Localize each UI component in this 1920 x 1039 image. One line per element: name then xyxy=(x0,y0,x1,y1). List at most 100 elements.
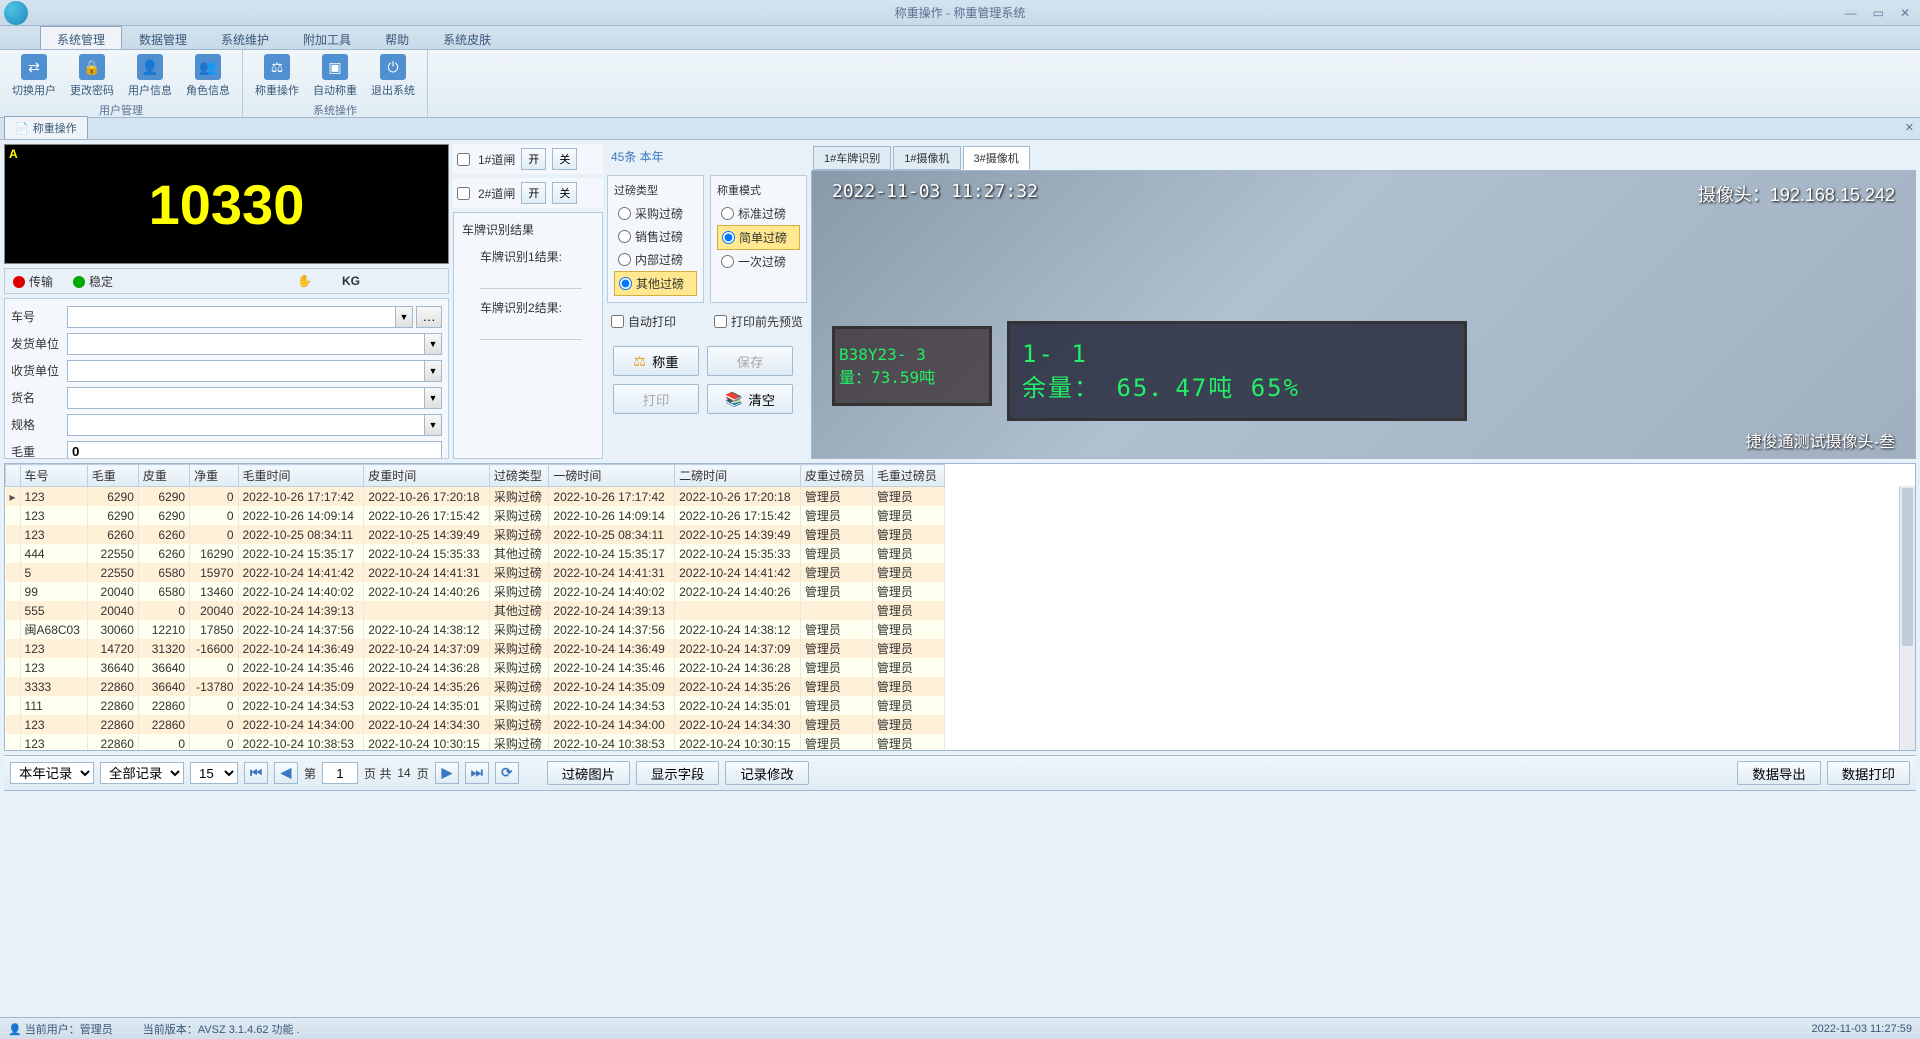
menu-help[interactable]: 帮助 xyxy=(368,26,426,49)
print-button[interactable]: 打印 xyxy=(613,384,699,414)
table-row[interactable]: 123366403664002022-10-24 14:35:462022-10… xyxy=(6,658,945,677)
col-header[interactable]: 皮重 xyxy=(138,465,189,487)
refresh-button[interactable]: ⟳ xyxy=(495,762,519,784)
preview-check[interactable] xyxy=(714,315,727,328)
camera-tab-0[interactable]: 1#车牌识别 xyxy=(813,146,891,170)
weight-unit: KG xyxy=(342,274,360,288)
spec-input[interactable] xyxy=(67,414,425,436)
col-header[interactable]: 一磅时间 xyxy=(549,465,675,487)
col-header[interactable]: 毛重过磅员 xyxy=(872,465,944,487)
ribbon-auto-weigh[interactable]: ▣自动称重 xyxy=(307,52,363,100)
print-data-button[interactable]: 数据打印 xyxy=(1827,761,1910,785)
weigh-button[interactable]: ⚖称重 xyxy=(613,346,699,376)
page-input[interactable] xyxy=(322,762,358,784)
col-header[interactable]: 车号 xyxy=(20,465,87,487)
weigh-mode-simple[interactable]: 简单过磅 xyxy=(717,225,800,250)
goods-dropdown[interactable]: ▼ xyxy=(424,387,442,409)
table-row[interactable]: 1231472031320-166002022-10-24 14:36:4920… xyxy=(6,639,945,658)
prev-page[interactable]: ◀ xyxy=(274,762,298,784)
table-row[interactable]: 555200400200402022-10-24 14:39:13其他过磅202… xyxy=(6,601,945,620)
minimize-button[interactable]: — xyxy=(1841,4,1861,22)
ribbon-role-info[interactable]: 👥角色信息 xyxy=(180,52,236,100)
hand-icon: ✋ xyxy=(297,274,312,288)
grid-scrollbar[interactable] xyxy=(1899,486,1915,750)
sender-dropdown[interactable]: ▼ xyxy=(424,333,442,355)
ribbon-exit[interactable]: ⏻退出系统 xyxy=(365,52,421,100)
table-row[interactable]: 1236260626002022-10-25 08:34:112022-10-2… xyxy=(6,525,945,544)
col-header[interactable]: 毛重 xyxy=(87,465,138,487)
camera-tab-2[interactable]: 3#摄像机 xyxy=(963,146,1030,170)
col-header[interactable]: 皮重时间 xyxy=(364,465,490,487)
gate1-check[interactable] xyxy=(457,153,470,166)
weigh-mode-once[interactable]: 一次过磅 xyxy=(717,250,800,273)
menu-tools[interactable]: 附加工具 xyxy=(286,26,368,49)
menu-system[interactable]: 系统管理 xyxy=(40,26,122,49)
vehicle-dropdown[interactable]: ▼ xyxy=(395,306,413,328)
status-datetime: 2022-11-03 11:27:59 xyxy=(1811,1023,1912,1035)
document-tabs: 📄称重操作 ✕ xyxy=(0,118,1920,140)
show-fields-button[interactable]: 显示字段 xyxy=(636,761,719,785)
weigh-type-internal[interactable]: 内部过磅 xyxy=(614,248,697,271)
ribbon-weigh-op[interactable]: ⚖称重操作 xyxy=(249,52,305,100)
next-page[interactable]: ▶ xyxy=(435,762,459,784)
receiver-input[interactable] xyxy=(67,360,425,382)
col-header[interactable]: 净重 xyxy=(190,465,238,487)
table-row[interactable]: 123228602286002022-10-24 14:34:002022-10… xyxy=(6,715,945,734)
receiver-dropdown[interactable]: ▼ xyxy=(424,360,442,382)
ribbon-switch-user[interactable]: ⇄切换用户 xyxy=(6,52,62,100)
menu-data[interactable]: 数据管理 xyxy=(122,26,204,49)
gate2-close[interactable]: 关 xyxy=(552,182,577,204)
first-page[interactable]: ⏮ xyxy=(244,762,268,784)
table-row[interactable]: 5225506580159702022-10-24 14:41:422022-1… xyxy=(6,563,945,582)
close-button[interactable]: ✕ xyxy=(1896,4,1914,22)
col-header[interactable]: 过磅类型 xyxy=(489,465,549,487)
spec-dropdown[interactable]: ▼ xyxy=(424,414,442,436)
auto-print-check[interactable] xyxy=(611,315,624,328)
ribbon-user-info[interactable]: 👤用户信息 xyxy=(122,52,178,100)
weigh-type-purchase[interactable]: 采购过磅 xyxy=(614,202,697,225)
records-grid[interactable]: 车号毛重皮重净重毛重时间皮重时间过磅类型一磅时间二磅时间皮重过磅员毛重过磅员 ▸… xyxy=(4,463,1916,751)
record-count-info: 45条 本年 xyxy=(607,144,807,169)
export-button[interactable]: 数据导出 xyxy=(1737,761,1820,785)
tabs-close-button[interactable]: ✕ xyxy=(1905,121,1914,134)
menu-maint[interactable]: 系统维护 xyxy=(204,26,286,49)
menu-skin[interactable]: 系统皮肤 xyxy=(426,26,508,49)
table-row[interactable]: 99200406580134602022-10-24 14:40:022022-… xyxy=(6,582,945,601)
weigh-mode-standard[interactable]: 标准过磅 xyxy=(717,202,800,225)
save-button[interactable]: 保存 xyxy=(707,346,793,376)
switch-user-icon: ⇄ xyxy=(21,54,47,80)
gate2-open[interactable]: 开 xyxy=(521,182,546,204)
last-page[interactable]: ⏭ xyxy=(465,762,489,784)
weigh-type-other[interactable]: 其他过磅 xyxy=(614,271,697,296)
edit-record-button[interactable]: 记录修改 xyxy=(725,761,808,785)
table-row[interactable]: 12322860002022-10-24 10:38:532022-10-24 … xyxy=(6,734,945,751)
table-row[interactable]: 111228602286002022-10-24 14:34:532022-10… xyxy=(6,696,945,715)
table-row[interactable]: 444225506260162902022-10-24 15:35:172022… xyxy=(6,544,945,563)
weigh-pics-button[interactable]: 过磅图片 xyxy=(547,761,630,785)
maximize-button[interactable]: ▭ xyxy=(1869,4,1888,22)
table-row[interactable]: ▸1236290629002022-10-26 17:17:422022-10-… xyxy=(6,487,945,507)
ribbon-group-system: 系统操作 xyxy=(249,100,421,120)
vehicle-more[interactable]: … xyxy=(416,306,442,328)
tab-weigh-op[interactable]: 📄称重操作 xyxy=(4,116,88,139)
gate1-close[interactable]: 关 xyxy=(552,148,577,170)
goods-input[interactable] xyxy=(67,387,425,409)
col-header[interactable]: 二磅时间 xyxy=(675,465,801,487)
year-filter[interactable]: 本年记录 xyxy=(10,762,94,784)
status-filter[interactable]: 全部记录 xyxy=(100,762,184,784)
table-row[interactable]: 1236290629002022-10-26 14:09:142022-10-2… xyxy=(6,506,945,525)
ribbon-change-pw[interactable]: 🔒更改密码 xyxy=(64,52,120,100)
table-row[interactable]: 33332286036640-137802022-10-24 14:35:092… xyxy=(6,677,945,696)
weigh-type-sale[interactable]: 销售过磅 xyxy=(614,225,697,248)
vehicle-input[interactable] xyxy=(67,306,396,328)
gate2-check[interactable] xyxy=(457,187,470,200)
camera-tab-1[interactable]: 1#摄像机 xyxy=(893,146,960,170)
gross-input[interactable] xyxy=(67,441,442,460)
col-header[interactable]: 毛重时间 xyxy=(238,465,364,487)
col-header[interactable]: 皮重过磅员 xyxy=(800,465,872,487)
clear-button[interactable]: 📚清空 xyxy=(707,384,793,414)
page-size[interactable]: 15 xyxy=(190,762,238,784)
table-row[interactable]: 闽A68C033006012210178502022-10-24 14:37:5… xyxy=(6,620,945,639)
sender-input[interactable] xyxy=(67,333,425,355)
gate1-open[interactable]: 开 xyxy=(521,148,546,170)
